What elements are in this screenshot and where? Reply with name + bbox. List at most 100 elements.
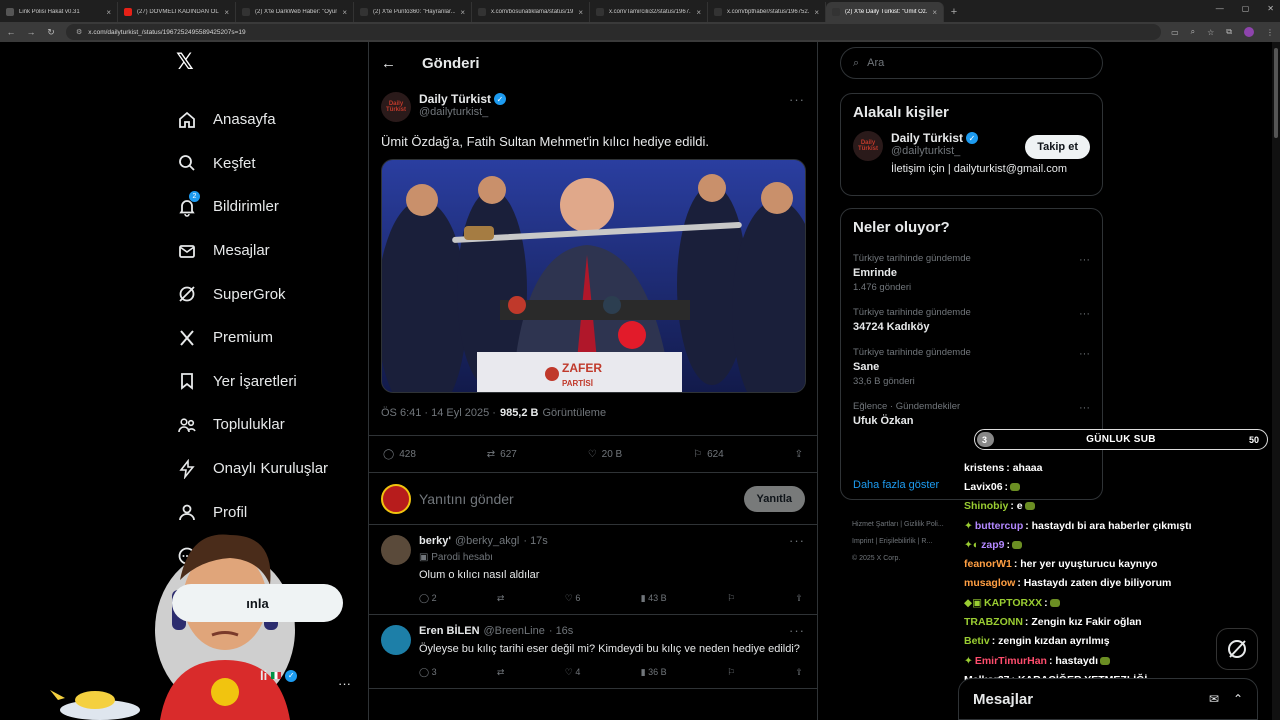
browser-tab[interactable]: x.com/bosunatiklama/status/19... × <box>472 2 590 22</box>
like-action[interactable]: ♡ 4 <box>565 667 581 678</box>
trend-item[interactable]: Türkiye tarihinde gündemde Emrinde 1.476… <box>841 246 1102 300</box>
zoom-icon[interactable]: ⌕ <box>1191 27 1195 37</box>
nav-item-bookmark[interactable]: Yer İşaretleri <box>170 360 360 404</box>
reply-more-icon[interactable]: ··· <box>789 623 805 638</box>
trend-item[interactable]: Eğlence · Gündemdekiler Ufuk Özkan ··· <box>841 394 1102 434</box>
close-tab-icon[interactable]: × <box>224 8 229 17</box>
new-message-icon[interactable]: ✉ <box>1209 692 1219 706</box>
nav-item-home[interactable]: Anasayfa <box>170 98 360 142</box>
messages-drawer[interactable]: Mesajlar ✉ ⌃ <box>958 678 1258 720</box>
bookmark-action[interactable]: ⚐ <box>727 593 735 604</box>
menu-icon[interactable]: ⋮ <box>1266 28 1274 37</box>
reload-icon[interactable]: ↻ <box>46 27 56 38</box>
close-tab-icon[interactable]: × <box>578 8 583 17</box>
reply-name[interactable]: Eren BİLEN <box>419 625 480 637</box>
maximize-icon[interactable]: ▢ <box>1242 4 1250 13</box>
nav-item-bell[interactable]: 2 Bildirimler <box>170 185 360 229</box>
footer-line[interactable]: Imprint | Erişilebilirlik | R... <box>852 533 962 550</box>
trend-more-icon[interactable]: ··· <box>1079 254 1090 266</box>
browser-tab[interactable]: (2) X'te Daily Türkist: "Ümit Öz... × <box>826 2 944 22</box>
reply-action[interactable]: ◯ 3 <box>419 667 437 678</box>
repost-action[interactable]: ⇄ <box>497 667 505 678</box>
reply-avatar[interactable] <box>381 625 411 655</box>
scrollbar-thumb[interactable] <box>1274 48 1278 138</box>
reply-action[interactable]: ◯ 2 <box>419 593 437 604</box>
cast-icon[interactable]: ▭ <box>1171 28 1179 37</box>
author-name-row[interactable]: Daily Türkist ✓ <box>419 92 507 106</box>
back-arrow-icon[interactable]: ← <box>381 55 396 72</box>
bookmark-action[interactable]: ⚐ <box>727 667 735 678</box>
profile-avatar[interactable] <box>1244 27 1254 37</box>
like-action[interactable]: ♡ 20 B <box>588 449 623 460</box>
close-window-icon[interactable]: ✕ <box>1267 4 1274 13</box>
extensions-icon[interactable]: ⧉ <box>1226 27 1232 37</box>
repost-action[interactable]: ⇄ 627 <box>487 449 517 460</box>
expand-icon[interactable]: ⌃ <box>1233 692 1243 706</box>
star-icon[interactable]: ☆ <box>1207 28 1214 37</box>
url-field[interactable]: ⚙ x.com/dailyturkist_/status/19672524955… <box>66 24 1162 40</box>
browser-tab[interactable]: Link Polisi Hakat v0.31 × <box>0 2 118 22</box>
reply-handle[interactable]: @berky_akgl <box>455 535 519 547</box>
reply-time[interactable]: · 17s <box>523 535 547 547</box>
views-action[interactable]: ▮ 43 B <box>641 593 667 604</box>
post-more-icon[interactable]: ··· <box>789 92 805 107</box>
browser-tab[interactable]: (27) DÖVMELİ KADINDAN OLU... × <box>118 2 236 22</box>
reply-name[interactable]: berky' <box>419 535 451 547</box>
reply-handle[interactable]: @BreenLine <box>484 625 545 637</box>
reply-avatar[interactable] <box>381 535 411 565</box>
post-media-image[interactable]: ZAFER PARTİSİ <box>381 159 806 393</box>
nav-item-lightning[interactable]: Onaylı Kuruluşlar <box>170 447 360 491</box>
post-time[interactable]: ÖS 6:41 · 14 Eyl 2025 · <box>381 407 496 419</box>
grok-button[interactable] <box>1216 628 1258 670</box>
close-tab-icon[interactable]: × <box>342 8 347 17</box>
share-action[interactable]: ⇪ <box>795 593 803 604</box>
browser-tab[interactable]: x.com/Tamircilii32/status/1967... × <box>590 2 708 22</box>
close-tab-icon[interactable]: × <box>814 8 819 17</box>
footer-line[interactable]: Hizmet Şartları | Gizlilik Poli... <box>852 516 962 533</box>
show-more-link[interactable]: Daha fazla göster <box>841 469 951 501</box>
repost-action[interactable]: ⇄ <box>497 593 505 604</box>
back-arrow-icon[interactable]: ← <box>6 27 16 37</box>
views-action[interactable]: ▮ 36 B <box>641 667 667 678</box>
nav-item-grok[interactable]: SuperGrok <box>170 272 360 316</box>
related-person[interactable]: Daily Türkist Daily Türkist ✓ @dailyturki… <box>841 131 1102 175</box>
close-tab-icon[interactable]: × <box>696 8 701 17</box>
reply-input[interactable]: Yanıtını gönder <box>419 491 736 507</box>
x-logo-icon[interactable]: 𝕏 <box>176 50 360 80</box>
trend-item[interactable]: Türkiye tarihinde gündemde Sane 33,6 B g… <box>841 340 1102 394</box>
like-action[interactable]: ♡ 6 <box>565 593 581 604</box>
reply-button[interactable]: Yanıtla <box>743 485 805 512</box>
share-action[interactable]: ⇪ <box>795 449 803 460</box>
nav-item-search[interactable]: Keşfet <box>170 142 360 186</box>
reply-more-icon[interactable]: ··· <box>789 533 805 548</box>
author-handle[interactable]: @dailyturkist_ <box>419 106 506 118</box>
nav-item-mail[interactable]: Mesajlar <box>170 229 360 273</box>
new-tab-button[interactable]: + <box>944 2 964 22</box>
close-tab-icon[interactable]: × <box>106 8 111 17</box>
close-tab-icon[interactable]: × <box>932 8 937 17</box>
related-avatar[interactable]: Daily Türkist <box>853 131 883 161</box>
close-tab-icon[interactable]: × <box>460 8 465 17</box>
trend-item[interactable]: Türkiye tarihinde gündemde 34724 Kadıköy… <box>841 300 1102 340</box>
reply-item[interactable]: Eren BİLEN @BreenLine · 16s Öyleyse bu k… <box>369 615 817 689</box>
site-info-icon[interactable]: ⚙ <box>76 28 82 36</box>
reply-item[interactable]: berky' @berky_akgl · 17s ▣ Parodi hesabı… <box>369 525 817 615</box>
post-button[interactable]: ınla <box>172 584 343 622</box>
author-avatar[interactable]: Daily Türkist <box>381 92 411 122</box>
my-avatar[interactable] <box>381 483 411 514</box>
minimize-icon[interactable]: — <box>1216 4 1224 13</box>
trend-more-icon[interactable]: ··· <box>1079 308 1090 320</box>
browser-tab[interactable]: (2) X'te Punto360: "Hayranlar... × <box>354 2 472 22</box>
bookmark-action[interactable]: ⚐ 624 <box>693 449 724 460</box>
page-scrollbar[interactable] <box>1272 42 1280 720</box>
share-action[interactable]: ⇪ <box>795 667 803 678</box>
search-input[interactable]: ⌕ Ara <box>840 47 1103 79</box>
reply-action[interactable]: ◯ 428 <box>383 449 416 460</box>
account-more-icon[interactable]: ··· <box>338 676 351 691</box>
trend-more-icon[interactable]: ··· <box>1079 348 1090 360</box>
browser-tab[interactable]: (2) X'te DarkWeb Haber: "Oyun... × <box>236 2 354 22</box>
trend-more-icon[interactable]: ··· <box>1079 402 1090 414</box>
account-switcher[interactable]: li ✓ <box>260 668 298 683</box>
follow-button[interactable]: Takip et <box>1025 135 1090 159</box>
nav-item-x[interactable]: Premium <box>170 316 360 360</box>
